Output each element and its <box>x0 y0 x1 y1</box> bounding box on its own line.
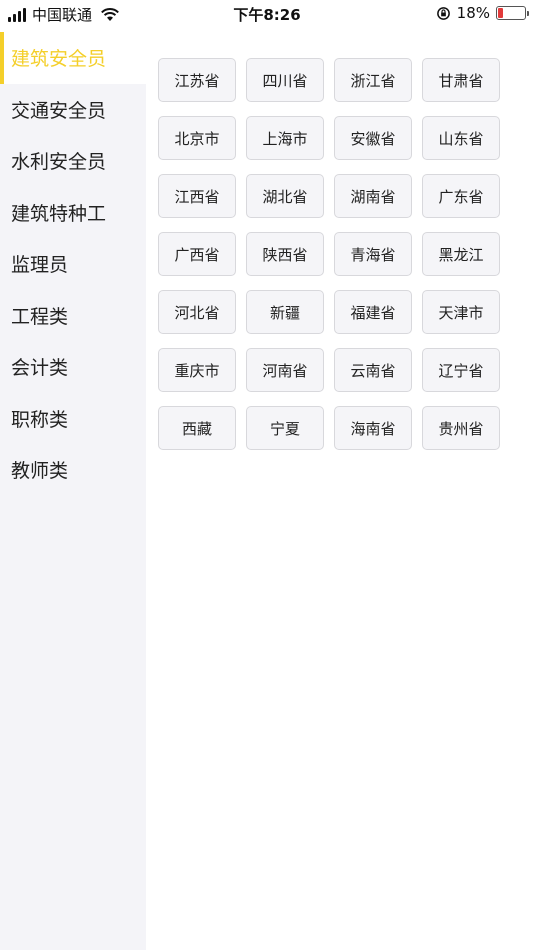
carrier-label: 中国联通 <box>32 6 93 24</box>
category-sidebar: 建筑安全员 交通安全员 水利安全员 建筑特种工 监理员 工程类 会计类 职称类 教师类 <box>0 32 146 950</box>
battery-fill <box>498 8 503 18</box>
province-button[interactable]: 湖南省 <box>334 174 412 218</box>
sidebar-item[interactable]: 监理员 <box>0 238 146 290</box>
status-bar: 中国联通 下午8:26 18% <box>0 0 534 28</box>
rotation-lock-icon <box>436 6 450 20</box>
battery-icon <box>496 6 529 20</box>
province-button[interactable]: 上海市 <box>246 116 324 160</box>
sidebar-item[interactable]: 教师类 <box>0 444 146 496</box>
province-button[interactable]: 宁夏 <box>246 406 324 450</box>
province-button[interactable]: 云南省 <box>334 348 412 392</box>
province-button[interactable]: 江苏省 <box>158 58 236 102</box>
province-button[interactable]: 山东省 <box>422 116 500 160</box>
province-button[interactable]: 河北省 <box>158 290 236 334</box>
province-button[interactable]: 新疆 <box>246 290 324 334</box>
province-button[interactable]: 四川省 <box>246 58 324 102</box>
province-button[interactable]: 甘肃省 <box>422 58 500 102</box>
province-button[interactable]: 湖北省 <box>246 174 324 218</box>
province-grid: 江苏省 四川省 浙江省 甘肃省北京市 上海市 安徽省 山东省江西省 湖北省 湖南省 广东省广西省陕… <box>158 58 508 450</box>
province-button[interactable]: 浙江省 <box>334 58 412 102</box>
province-button[interactable]: 黑龙江 <box>422 232 500 276</box>
battery-percent: 18% <box>456 4 490 22</box>
province-button[interactable]: 贵州省 <box>422 406 500 450</box>
province-button[interactable]: 重庆市 <box>158 348 236 392</box>
province-button[interactable]: 海南省 <box>334 406 412 450</box>
province-button[interactable]: 广东省 <box>422 174 500 218</box>
sidebar-item[interactable]: 会计类 <box>0 341 146 393</box>
sidebar-item[interactable]: 职称类 <box>0 393 146 445</box>
province-button[interactable]: 河南省 <box>246 348 324 392</box>
province-button[interactable]: 江西省 <box>158 174 236 218</box>
sidebar-item[interactable]: 交通安全员 <box>0 84 146 136</box>
wifi-icon <box>101 7 119 21</box>
province-button[interactable]: 西藏 <box>158 406 236 450</box>
status-right: 18% <box>436 4 529 22</box>
sidebar-item[interactable]: 工程类 <box>0 290 146 342</box>
status-left: 中国联通 <box>8 4 120 25</box>
province-button[interactable]: 天津市 <box>422 290 500 334</box>
sidebar-item[interactable]: 水利安全员 <box>0 135 146 187</box>
sidebar-item[interactable]: 建筑安全员 <box>0 32 146 84</box>
province-button[interactable]: 福建省 <box>334 290 412 334</box>
province-button[interactable]: 广西省 <box>158 232 236 276</box>
sidebar-item[interactable]: 建筑特种工 <box>0 187 146 239</box>
province-button[interactable]: 安徽省 <box>334 116 412 160</box>
province-button[interactable]: 青海省 <box>334 232 412 276</box>
province-button[interactable]: 陕西省 <box>246 232 324 276</box>
province-button[interactable]: 北京市 <box>158 116 236 160</box>
signal-icon <box>8 7 26 22</box>
province-button[interactable]: 辽宁省 <box>422 348 500 392</box>
